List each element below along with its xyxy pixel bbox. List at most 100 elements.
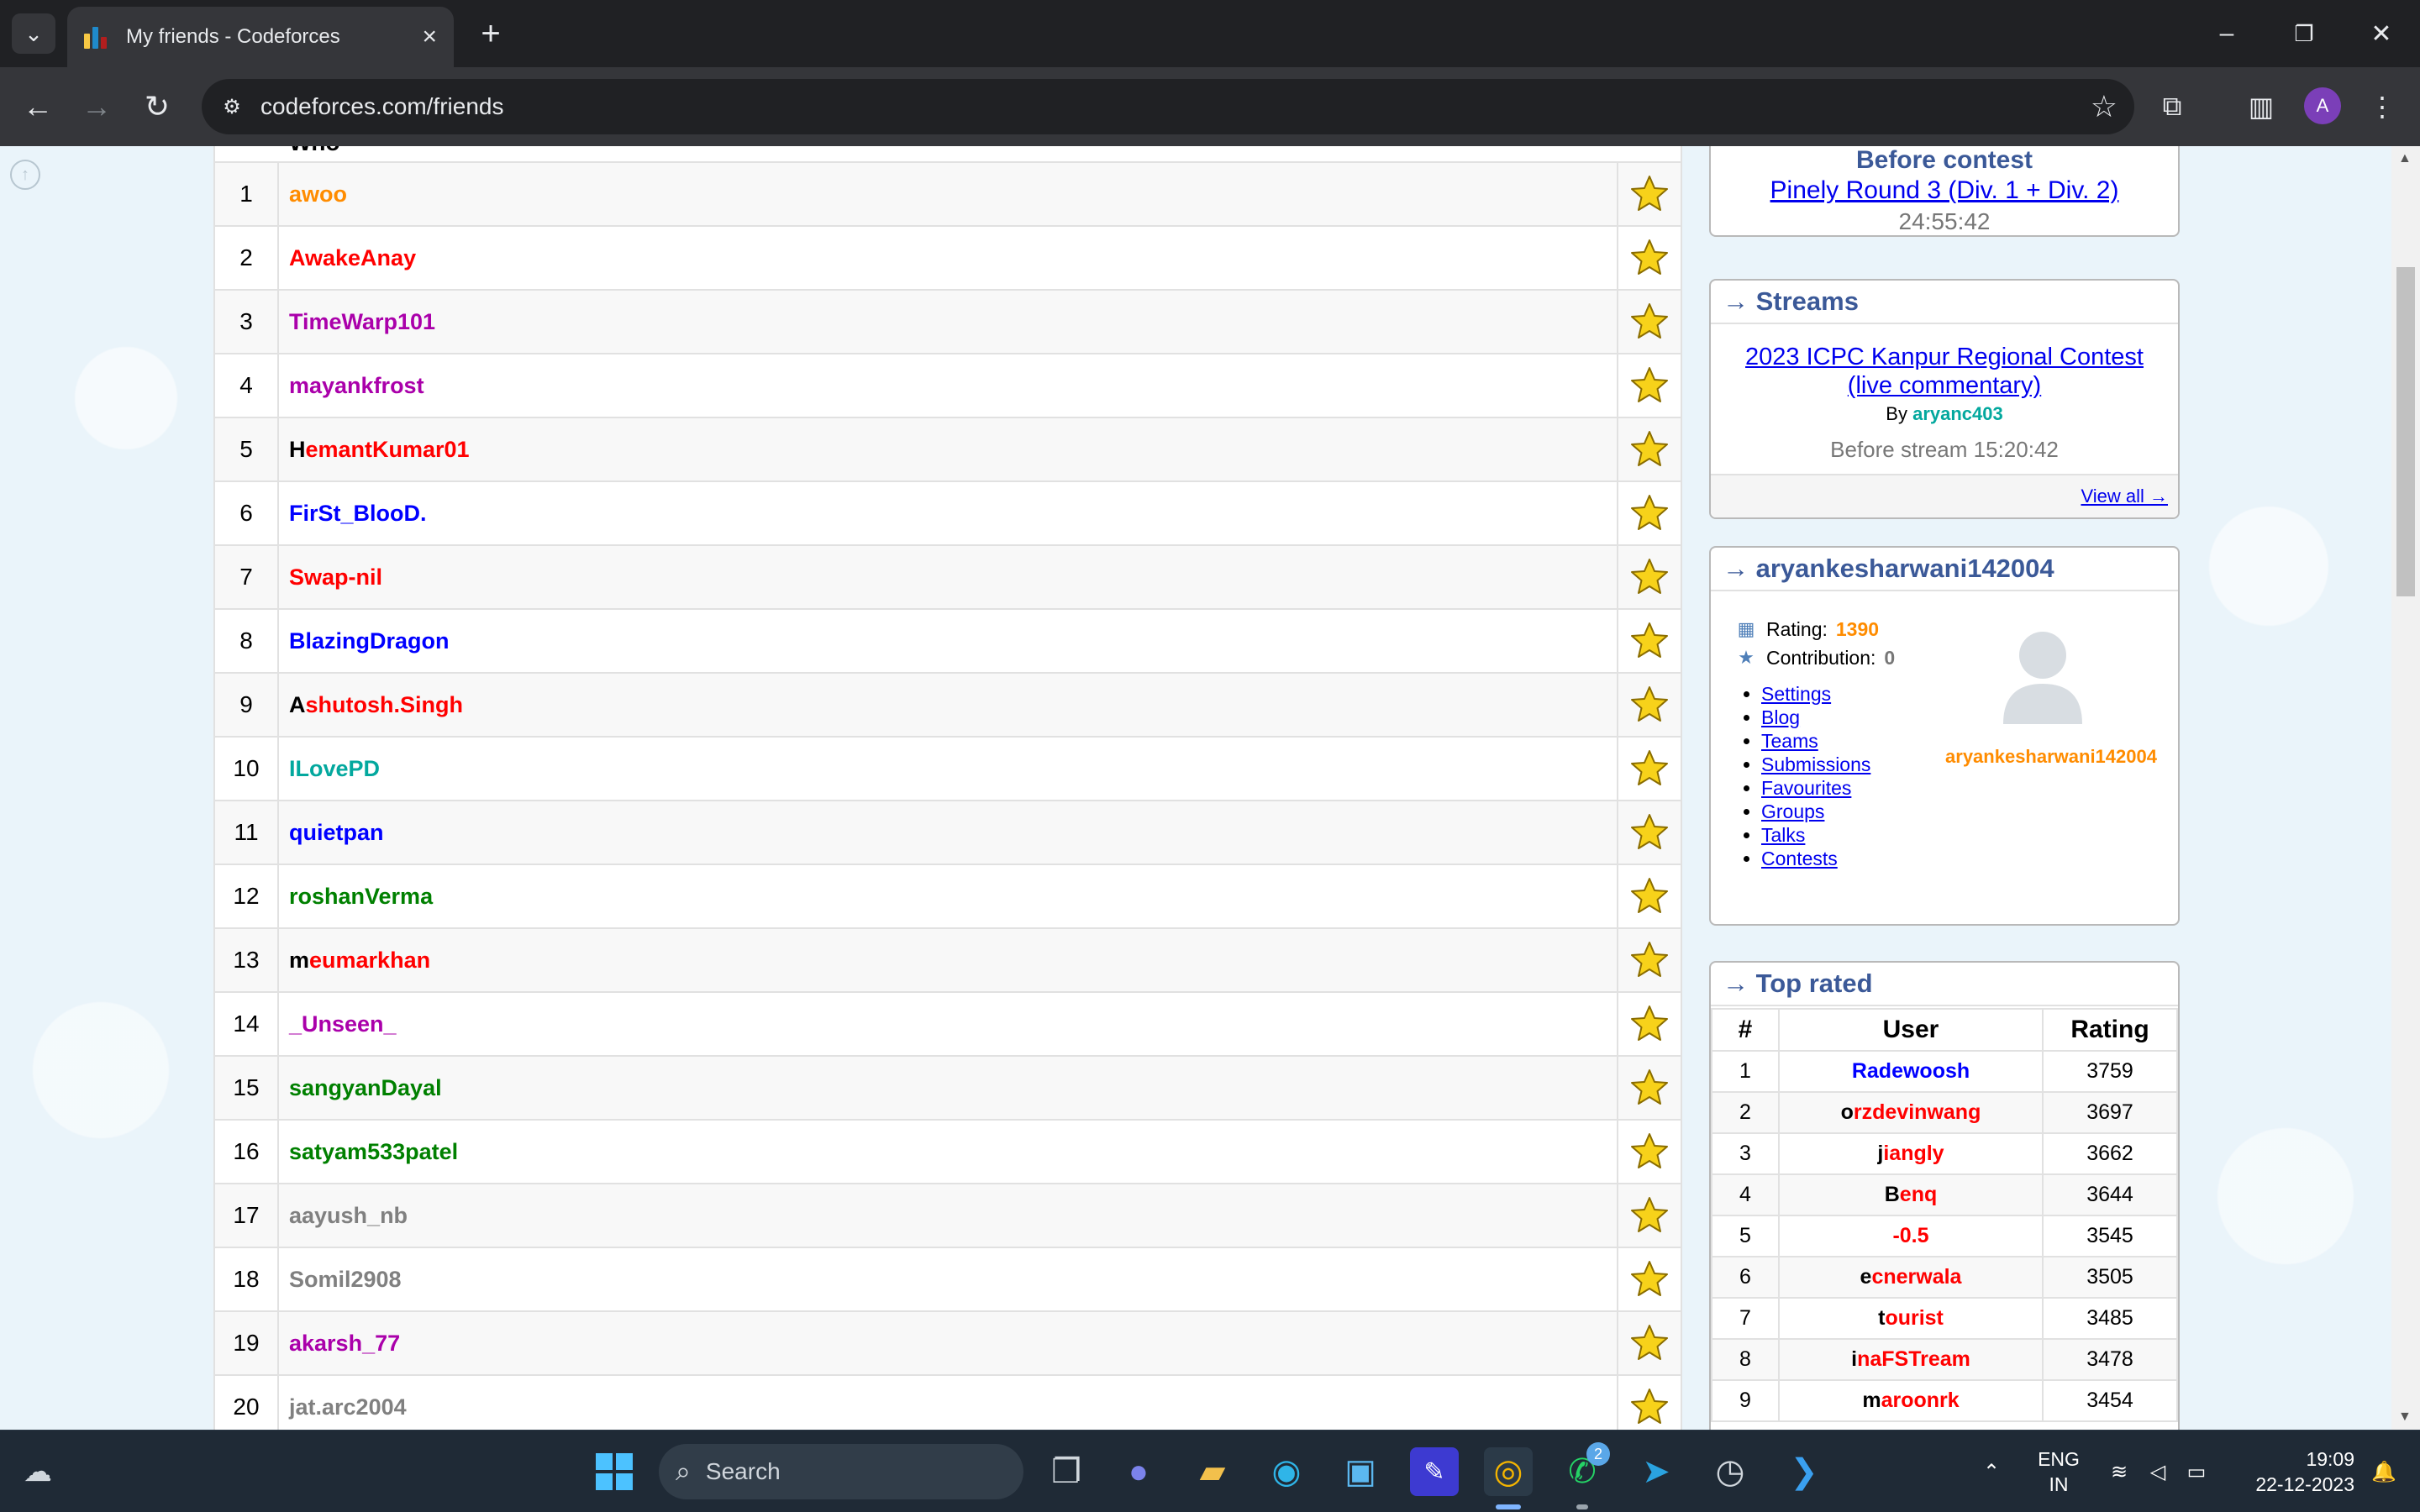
friend-handle-link[interactable]: roshanVerma (289, 865, 433, 927)
forward-arrow-icon[interactable]: → (74, 84, 119, 129)
teams-link[interactable]: Teams (1761, 730, 1818, 752)
wifi-icon[interactable]: ≋ (2104, 1431, 2134, 1512)
side-panel-icon[interactable]: ▥ (2240, 86, 2282, 128)
friend-handle-link[interactable]: aayush_nb (289, 1184, 408, 1247)
url-text[interactable]: codeforces.com/friends (260, 93, 2091, 120)
clock-app-icon[interactable]: ◷ (1706, 1447, 1754, 1496)
tab-close-icon[interactable]: × (422, 23, 437, 51)
user-cell[interactable]: Radewoosh (1778, 1050, 2044, 1093)
dev-app-icon[interactable]: ✎ (1410, 1447, 1459, 1496)
settings-link[interactable]: Settings (1761, 683, 1831, 705)
blog-link[interactable]: Blog (1761, 706, 1800, 728)
volume-icon[interactable]: ◁ (2143, 1431, 2173, 1512)
friend-handle-link[interactable]: m eumarkhan (289, 929, 430, 991)
user-avatar-icon[interactable] (1996, 620, 2089, 729)
scroll-up-arrow-icon[interactable]: ▲ (2398, 151, 2412, 166)
extensions-icon[interactable]: ⧉ (2151, 86, 2193, 128)
page-scrollbar[interactable]: ▲ ▼ (2391, 146, 2420, 1430)
scrollbar-thumb[interactable] (2396, 267, 2415, 596)
friend-handle-link[interactable]: Ashutosh.Singh (289, 674, 463, 736)
star-icon[interactable] (1617, 1057, 1681, 1119)
windows-start-icon[interactable] (590, 1447, 639, 1496)
view-all-streams-link[interactable]: View all → (2081, 486, 2168, 507)
star-icon[interactable] (1617, 801, 1681, 864)
site-info-icon[interactable]: ⚙ (215, 90, 249, 123)
contests-link[interactable]: Contests (1761, 848, 1838, 869)
star-icon[interactable] (1617, 227, 1681, 289)
user-cell[interactable]: tourist (1778, 1297, 2044, 1340)
friend-handle-link[interactable]: quietpan (289, 801, 384, 864)
friend-handle-link[interactable]: FirSt_BlooD. (289, 482, 427, 544)
user-cell[interactable]: jiangly (1778, 1132, 2044, 1175)
friend-handle-link[interactable]: HemantKumar01 (289, 418, 470, 480)
microsoft-store-icon[interactable]: ▣ (1336, 1447, 1385, 1496)
tab-search-chevron-icon[interactable]: ⌄ (12, 13, 55, 54)
star-icon[interactable] (1617, 1312, 1681, 1374)
talks-link[interactable]: Talks (1761, 824, 1805, 846)
reload-icon[interactable]: ↻ (134, 84, 180, 129)
file-explorer-icon[interactable]: ▰ (1188, 1447, 1237, 1496)
stream-author-handle[interactable]: aryanc403 (1912, 403, 2003, 424)
star-icon[interactable] (1617, 993, 1681, 1055)
star-icon[interactable] (1617, 291, 1681, 353)
groups-link[interactable]: Groups (1761, 801, 1824, 822)
friend-handle-link[interactable]: TimeWarp101 (289, 291, 435, 353)
friend-handle-link[interactable]: Swap-nil (289, 546, 382, 608)
star-icon[interactable] (1617, 163, 1681, 225)
scroll-up-icon[interactable]: ↑ (10, 160, 40, 190)
friend-handle-link[interactable]: BlazingDragon (289, 610, 450, 672)
task-view-icon[interactable]: ❐ (1042, 1447, 1091, 1496)
battery-icon[interactable]: ▭ (2181, 1431, 2212, 1512)
star-icon[interactable] (1617, 865, 1681, 927)
clock[interactable]: 19:09 22-12-2023 (2228, 1431, 2354, 1512)
active-tab[interactable]: My friends - Codeforces × (67, 7, 454, 67)
telegram-icon[interactable]: ➤ (1632, 1447, 1681, 1496)
star-icon[interactable] (1617, 1121, 1681, 1183)
user-cell[interactable]: Benq (1778, 1173, 2044, 1216)
friend-handle-link[interactable]: akarsh_77 (289, 1312, 400, 1374)
friend-handle-link[interactable]: sangyanDayal (289, 1057, 442, 1119)
weather-icon[interactable]: ☁ (13, 1447, 62, 1496)
bookmark-star-icon[interactable]: ☆ (2091, 89, 2118, 124)
vscode-icon[interactable]: ❯ (1780, 1447, 1828, 1496)
star-icon[interactable] (1617, 1248, 1681, 1310)
avatar-handle[interactable]: aryankesharwani142004 (1929, 746, 2173, 768)
tray-overflow-chevron-icon[interactable]: ⌃ (1975, 1431, 2008, 1512)
friend-handle-link[interactable]: AwakeAnay (289, 227, 416, 289)
friend-handle-link[interactable]: satyam533patel (289, 1121, 458, 1183)
star-icon[interactable] (1617, 418, 1681, 480)
contest-link[interactable]: Pinely Round 3 (Div. 1 + Div. 2) (1711, 176, 2178, 205)
new-tab-icon[interactable]: + (471, 13, 511, 54)
address-bar[interactable]: ⚙ codeforces.com/friends ☆ (202, 79, 2134, 134)
friend-handle-link[interactable]: _Unseen_ (289, 993, 397, 1055)
edge-icon[interactable]: ◉ (1262, 1447, 1311, 1496)
star-icon[interactable] (1617, 738, 1681, 800)
star-icon[interactable] (1617, 546, 1681, 608)
restore-icon[interactable]: ❐ (2279, 10, 2329, 57)
stream-link[interactable]: 2023 ICPC Kanpur Regional Contest (live … (1711, 343, 2178, 400)
friend-handle-link[interactable]: Somil2908 (289, 1248, 402, 1310)
friend-handle-link[interactable]: awoo (289, 163, 347, 225)
window-close-icon[interactable]: ✕ (2356, 10, 2407, 57)
star-icon[interactable] (1617, 674, 1681, 736)
browser-menu-icon[interactable]: ⋮ (2361, 86, 2403, 128)
scroll-down-arrow-icon[interactable]: ▼ (2398, 1410, 2412, 1425)
friend-handle-link[interactable]: mayankfrost (289, 354, 424, 417)
user-cell[interactable]: maroonrk (1778, 1379, 2044, 1422)
language-indicator[interactable]: ENG IN (2025, 1431, 2092, 1512)
minimize-icon[interactable]: – (2202, 10, 2252, 57)
user-cell[interactable]: -0.5 (1778, 1215, 2044, 1257)
chrome-taskbar-icon[interactable]: ◎ (1484, 1447, 1533, 1496)
friend-handle-link[interactable]: ILovePD (289, 738, 380, 800)
star-icon[interactable] (1617, 354, 1681, 417)
star-icon[interactable] (1617, 610, 1681, 672)
favourites-link[interactable]: Favourites (1761, 777, 1851, 799)
user-cell[interactable]: orzdevinwang (1778, 1091, 2044, 1134)
friend-handle-link[interactable]: jat.arc2004 (289, 1376, 407, 1430)
back-arrow-icon[interactable]: ← (15, 84, 60, 129)
star-icon[interactable] (1617, 1184, 1681, 1247)
star-icon[interactable] (1617, 1376, 1681, 1430)
user-box-title[interactable]: → aryankesharwani142004 (1711, 548, 2178, 591)
submissions-link[interactable]: Submissions (1761, 753, 1870, 775)
star-icon[interactable] (1617, 482, 1681, 544)
